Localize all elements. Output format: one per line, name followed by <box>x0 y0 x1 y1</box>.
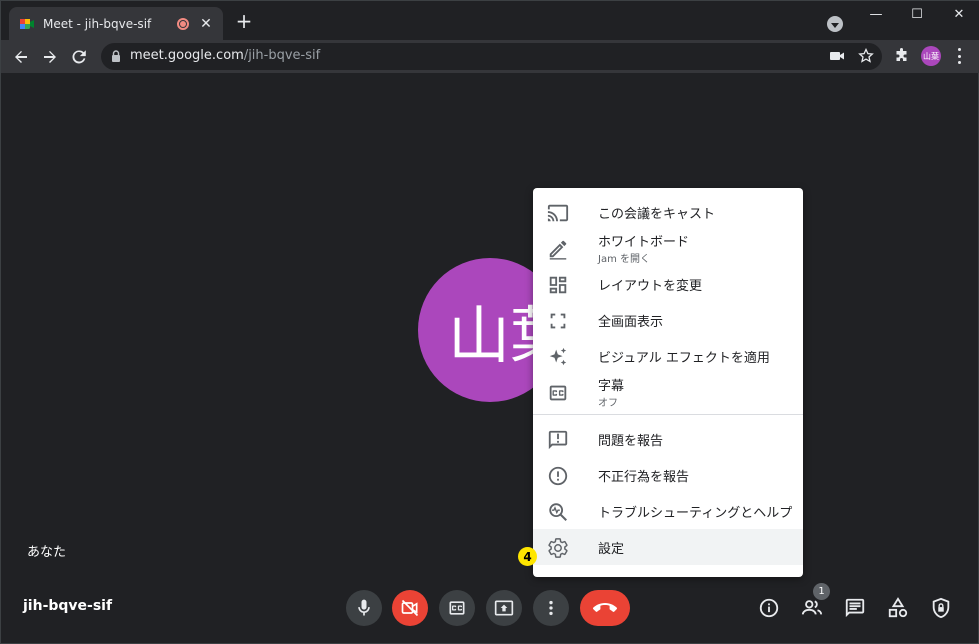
address-bar[interactable]: meet.google.com/jih-bqve-sif <box>101 43 882 70</box>
captions-button[interactable] <box>439 590 475 626</box>
extensions-puzzle-icon[interactable] <box>894 48 910 64</box>
profile-avatar[interactable]: 山葉 <box>921 46 941 66</box>
window-minimize-button[interactable]: — <box>866 7 886 23</box>
tab-search-button[interactable] <box>827 16 843 32</box>
tab-strip: Meet - jih-bqve-sif ✕ + — ☐ ✕ <box>1 1 979 40</box>
recording-indicator-icon <box>177 17 189 30</box>
step-number-badge: 4 <box>518 547 537 566</box>
dot <box>957 61 961 64</box>
camera-permission-icon[interactable] <box>829 48 845 64</box>
menu-item-sublabel: Jam を開く <box>598 254 650 265</box>
report-icon <box>548 466 568 486</box>
more-options-menu: この会議をキャスト ホワイトボード Jam を開く レイアウトを変更 全画面表示… <box>533 188 803 577</box>
url-path: /jih-bqve-sif <box>243 48 321 63</box>
menu-item-visual-effects[interactable]: ビジュアル エフェクトを適用 <box>533 338 803 374</box>
menu-item-label: ホワイトボード <box>598 235 690 250</box>
captions-icon <box>449 601 465 615</box>
tab-close-icon[interactable]: ✕ <box>199 16 213 32</box>
new-tab-button[interactable]: + <box>233 11 255 33</box>
camera-off-icon <box>401 599 419 617</box>
menu-item-label: 設定 <box>598 542 625 557</box>
menu-divider <box>533 414 803 415</box>
bookmark-star-icon[interactable] <box>858 48 874 64</box>
activities-button[interactable] <box>887 597 909 619</box>
menu-item-captions[interactable]: 字幕 オフ <box>533 374 803 410</box>
lock-icon <box>112 50 120 62</box>
dot <box>957 54 961 58</box>
menu-item-label: 問題を報告 <box>598 434 664 449</box>
menu-item-fullscreen[interactable]: 全画面表示 <box>533 302 803 338</box>
layout-icon <box>549 276 567 294</box>
meeting-code: jih-bqve-sif <box>23 598 113 614</box>
people-icon <box>801 600 823 615</box>
troubleshoot-icon <box>549 503 567 521</box>
reload-button[interactable] <box>68 46 90 68</box>
window-close-button[interactable]: ✕ <box>949 7 969 23</box>
dot <box>957 48 961 51</box>
meeting-details-button[interactable] <box>758 597 780 619</box>
menu-item-label: 全画面表示 <box>598 315 664 330</box>
menu-item-change-layout[interactable]: レイアウトを変更 <box>533 266 803 302</box>
arrow-left-icon <box>15 51 27 63</box>
menu-item-label: 不正行為を報告 <box>598 470 690 485</box>
menu-item-settings[interactable]: 設定 <box>533 529 803 565</box>
present-to-all-icon <box>494 600 514 616</box>
chat-button[interactable] <box>844 597 866 619</box>
menu-item-label: 字幕 <box>598 379 625 394</box>
fullscreen-icon <box>550 313 566 329</box>
back-button[interactable] <box>10 46 32 68</box>
window-maximize-button[interactable]: ☐ <box>907 7 927 23</box>
menu-item-label: トラブルシューティングとヘルプ <box>598 506 793 521</box>
more-vert-icon <box>549 600 553 616</box>
menu-item-report-abuse[interactable]: 不正行為を報告 <box>533 457 803 493</box>
menu-item-label: この会議をキャスト <box>598 207 716 222</box>
captions-icon <box>549 385 567 401</box>
url-host: meet.google.com <box>130 48 244 63</box>
menu-item-label: レイアウトを変更 <box>598 279 703 294</box>
info-icon <box>759 598 779 618</box>
camera-button[interactable] <box>392 590 428 626</box>
tab-title: Meet - jih-bqve-sif <box>43 16 152 31</box>
menu-item-sublabel: オフ <box>598 398 618 409</box>
shield-lock-icon <box>932 597 950 619</box>
browser-toolbar: meet.google.com/jih-bqve-sif 山葉 <box>1 40 979 73</box>
self-tile-label: あなた <box>27 545 67 560</box>
host-controls-button[interactable] <box>930 597 952 619</box>
chat-icon <box>845 598 865 618</box>
url-text: meet.google.com/jih-bqve-sif <box>130 48 320 63</box>
participants-button[interactable] <box>801 597 823 619</box>
browser-tab-meet[interactable]: Meet - jih-bqve-sif ✕ <box>9 7 223 40</box>
reload-icon <box>72 50 86 64</box>
cast-icon <box>547 204 569 222</box>
phone-hangup-icon <box>593 603 617 612</box>
arrow-right-icon <box>44 51 56 63</box>
participant-count-badge: 1 <box>813 583 830 600</box>
browser-window: Meet - jih-bqve-sif ✕ + — ☐ ✕ meet.googl… <box>0 0 979 644</box>
menu-item-report-problem[interactable]: 問題を報告 <box>533 421 803 457</box>
microphone-icon <box>358 599 370 616</box>
sparkle-icon <box>549 347 567 366</box>
meet-favicon-icon <box>20 18 34 29</box>
menu-item-whiteboard[interactable]: ホワイトボード Jam を開く <box>533 230 803 266</box>
browser-menu-button[interactable] <box>956 48 962 64</box>
more-options-button[interactable] <box>533 590 569 626</box>
pencil-icon <box>549 240 567 260</box>
present-screen-button[interactable] <box>486 590 522 626</box>
leave-call-button[interactable] <box>580 590 630 626</box>
menu-item-label: ビジュアル エフェクトを適用 <box>598 351 770 366</box>
forward-button[interactable] <box>39 46 61 68</box>
menu-item-troubleshooting[interactable]: トラブルシューティングとヘルプ <box>533 493 803 529</box>
menu-item-cast[interactable]: この会議をキャスト <box>533 194 803 230</box>
shapes-icon <box>888 597 908 618</box>
microphone-button[interactable] <box>346 590 382 626</box>
feedback-icon <box>548 430 568 450</box>
gear-icon <box>548 538 568 558</box>
